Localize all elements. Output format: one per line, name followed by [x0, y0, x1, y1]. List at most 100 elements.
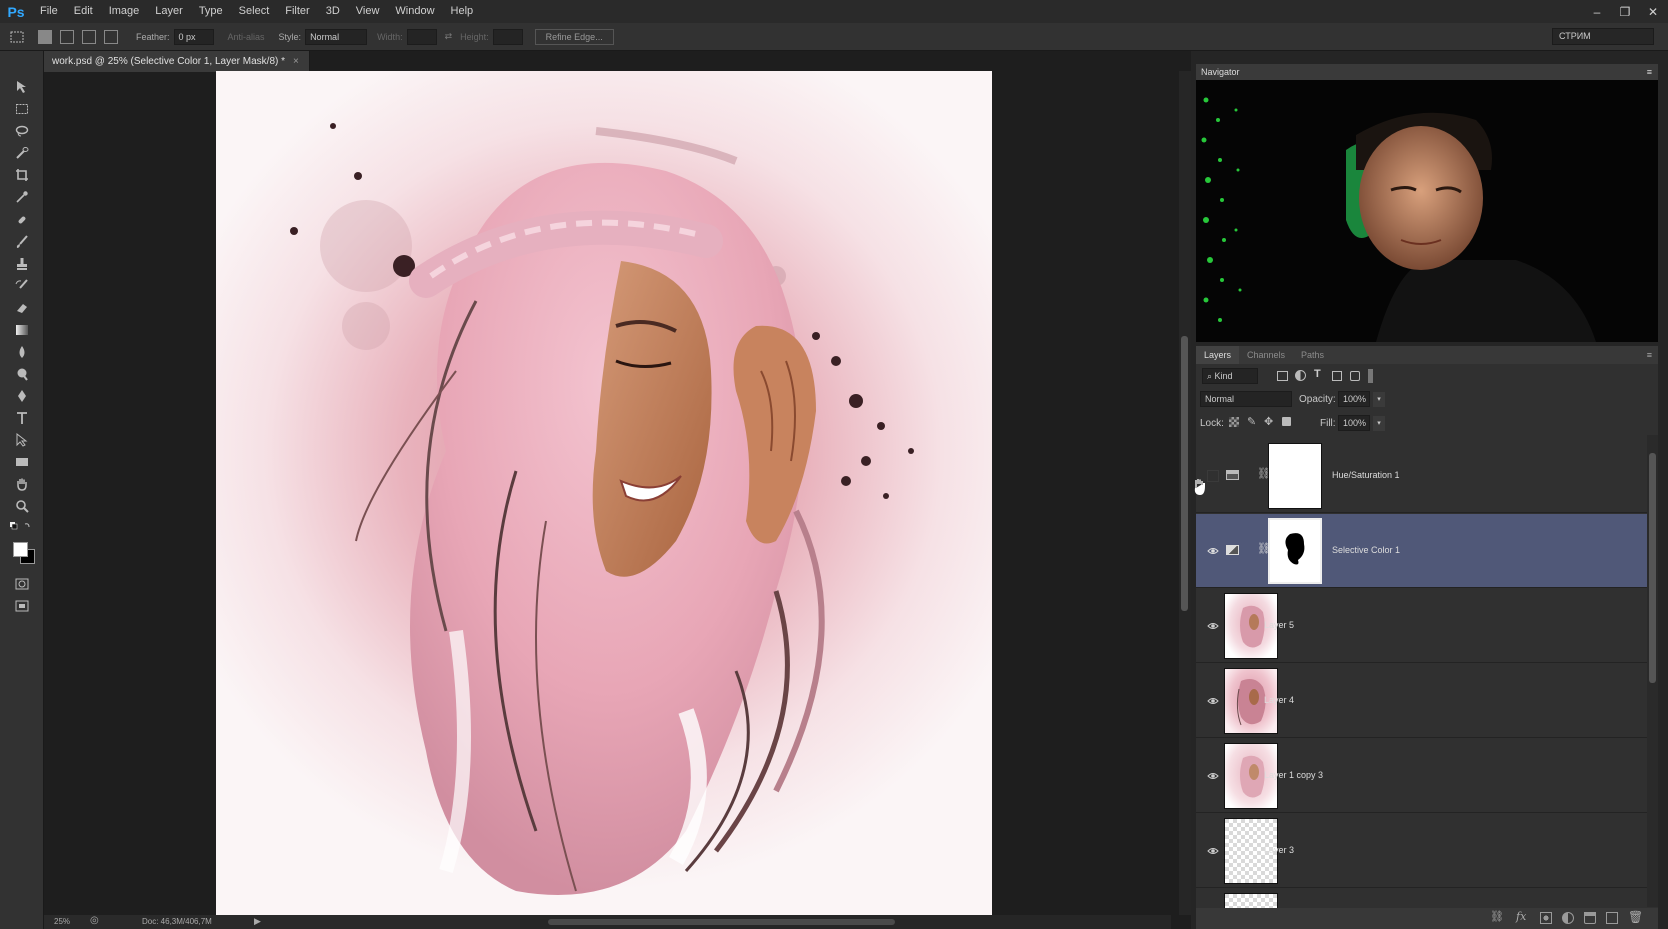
crop-tool-icon[interactable]	[13, 166, 31, 184]
filter-shape-icon[interactable]	[1332, 371, 1342, 381]
layer-mask-thumbnail[interactable]	[1268, 443, 1322, 509]
menu-select[interactable]: Select	[231, 0, 278, 23]
quick-selection-tool-icon[interactable]	[13, 144, 31, 162]
add-selection-icon[interactable]	[60, 29, 74, 44]
opacity-dropdown-icon[interactable]: ▾	[1373, 392, 1385, 407]
refine-edge-button[interactable]: Refine Edge...	[534, 28, 614, 45]
menu-filter[interactable]: Filter	[277, 0, 317, 23]
canvas-horizontal-scroll-thumb[interactable]	[548, 919, 895, 925]
blend-mode-select[interactable]: Normal	[1200, 391, 1292, 407]
layer-name[interactable]: Hue/Saturation 1	[1332, 470, 1400, 480]
gradient-tool-icon[interactable]	[13, 321, 31, 339]
tab-close-icon[interactable]: ×	[293, 56, 299, 67]
blur-tool-icon[interactable]	[13, 343, 31, 361]
document-tab[interactable]: work.psd @ 25% (Selective Color 1, Layer…	[44, 51, 310, 72]
minimize-icon[interactable]: –	[1590, 5, 1604, 19]
layer-name[interactable]: Layer 4	[1264, 695, 1294, 705]
layer-row-partial[interactable]	[1196, 889, 1648, 909]
zoom-tool-icon[interactable]	[13, 497, 31, 515]
pen-tool-icon[interactable]	[13, 387, 31, 405]
lock-all-icon[interactable]	[1282, 417, 1291, 426]
canvas-vertical-scroll-thumb[interactable]	[1181, 336, 1188, 611]
panel-menu-icon[interactable]: ≡	[1647, 64, 1652, 80]
add-mask-icon[interactable]	[1540, 912, 1552, 924]
layer-name[interactable]: Layer 1 copy 3	[1264, 770, 1323, 780]
restore-icon[interactable]: ❐	[1618, 5, 1632, 19]
filter-smart-object-icon[interactable]	[1350, 371, 1360, 381]
style-select[interactable]: Normal	[305, 28, 368, 45]
layer-mask-thumbnail[interactable]	[1268, 518, 1322, 584]
filter-adjustment-icon[interactable]	[1295, 370, 1306, 381]
hand-tool-icon[interactable]	[13, 475, 31, 493]
eye-icon[interactable]	[1207, 545, 1219, 557]
clone-stamp-tool-icon[interactable]	[13, 255, 31, 273]
new-group-folder-icon[interactable]	[1584, 912, 1596, 924]
lasso-tool-icon[interactable]	[13, 122, 31, 140]
eye-icon[interactable]	[1207, 770, 1219, 782]
zoom-level[interactable]: 25%	[54, 917, 70, 926]
navigator-title[interactable]: Navigator	[1201, 67, 1240, 77]
tab-paths[interactable]: Paths	[1293, 346, 1332, 364]
layer-name[interactable]: Selective Color 1	[1332, 545, 1400, 555]
new-layer-icon[interactable]	[1606, 912, 1618, 924]
workspace-select[interactable]: СТРИМ	[1552, 28, 1654, 45]
menu-layer[interactable]: Layer	[147, 0, 191, 23]
screen-mode-icon[interactable]	[13, 597, 31, 615]
menu-3d[interactable]: 3D	[318, 0, 348, 23]
layer-filter-kind-select[interactable]: ⌕ Kind	[1202, 368, 1258, 384]
new-adjustment-layer-icon[interactable]	[1562, 912, 1574, 924]
layer-row-layer-1-copy-3[interactable]: Layer 1 copy 3	[1196, 739, 1648, 813]
move-tool-icon[interactable]	[13, 78, 31, 96]
link-layers-icon[interactable]: ⛓	[1490, 910, 1504, 923]
layer-style-fx-icon[interactable]: fx	[1516, 910, 1526, 923]
canvas-vertical-scrollbar[interactable]	[1179, 71, 1191, 915]
menu-view[interactable]: View	[348, 0, 388, 23]
layer-row-layer-4[interactable]: Layer 4	[1196, 664, 1648, 738]
history-brush-tool-icon[interactable]	[13, 277, 31, 295]
eye-icon[interactable]	[1207, 845, 1219, 857]
filter-toggle-icon[interactable]	[1368, 369, 1373, 383]
layer-row-hue-saturation-1[interactable]: ⛓ Hue/Saturation 1	[1196, 439, 1648, 513]
height-input[interactable]	[492, 28, 523, 45]
quick-mask-icon[interactable]	[13, 575, 31, 593]
menu-type[interactable]: Type	[191, 0, 231, 23]
marquee-tool-icon[interactable]	[13, 100, 31, 118]
tab-channels[interactable]: Channels	[1239, 346, 1293, 364]
layer-name[interactable]: Layer 5	[1264, 620, 1294, 630]
foreground-color-swatch[interactable]	[13, 542, 28, 557]
canvas[interactable]	[216, 71, 992, 915]
fill-input[interactable]: 100%	[1338, 415, 1370, 431]
healing-brush-tool-icon[interactable]	[13, 211, 31, 229]
rectangle-tool-icon[interactable]	[13, 453, 31, 471]
path-selection-tool-icon[interactable]	[13, 431, 31, 449]
layer-row-selective-color-1[interactable]: ⛓ Selective Color 1	[1196, 514, 1648, 588]
width-input[interactable]	[406, 28, 437, 45]
lock-position-icon[interactable]: ✥	[1264, 415, 1273, 428]
subtract-selection-icon[interactable]	[82, 29, 96, 44]
marquee-preset-icon[interactable]	[0, 31, 34, 43]
menu-window[interactable]: Window	[387, 0, 442, 23]
default-colors-icon[interactable]	[9, 519, 35, 537]
intersect-selection-icon[interactable]	[104, 29, 118, 44]
layer-name[interactable]: Layer 3	[1264, 845, 1294, 855]
delete-layer-trash-icon[interactable]: 🗑	[1628, 910, 1643, 924]
eye-icon[interactable]	[1207, 620, 1219, 632]
layer-row-layer-3[interactable]: Layer 3	[1196, 814, 1648, 888]
status-info-icon[interactable]: ◎	[90, 915, 99, 926]
fill-dropdown-icon[interactable]: ▾	[1373, 416, 1385, 431]
swap-icon[interactable]: ⇄	[445, 31, 453, 42]
visibility-toggle-empty[interactable]	[1207, 470, 1219, 482]
menu-image[interactable]: Image	[101, 0, 148, 23]
menu-edit[interactable]: Edit	[66, 0, 101, 23]
tab-layers[interactable]: Layers	[1196, 346, 1240, 364]
layer-row-layer-5[interactable]: Layer 5	[1196, 589, 1648, 663]
new-selection-icon[interactable]	[38, 29, 52, 44]
opacity-input[interactable]: 100%	[1338, 391, 1370, 407]
brush-tool-icon[interactable]	[13, 233, 31, 251]
lock-transparency-icon[interactable]	[1229, 417, 1239, 427]
layers-scroll-thumb[interactable]	[1649, 453, 1656, 683]
filter-type-icon[interactable]: T	[1314, 368, 1321, 380]
menu-file[interactable]: File	[32, 0, 66, 23]
canvas-horizontal-scrollbar[interactable]	[520, 915, 1171, 929]
eye-icon[interactable]	[1207, 695, 1219, 707]
